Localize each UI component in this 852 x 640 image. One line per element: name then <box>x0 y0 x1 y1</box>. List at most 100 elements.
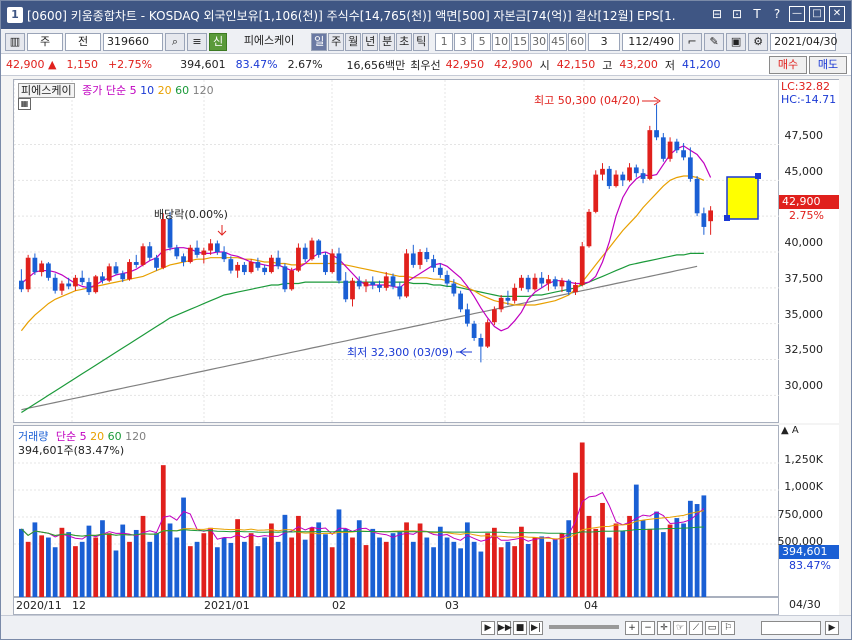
text-icon[interactable]: ⚐ <box>721 621 735 635</box>
zoom-out-icon[interactable]: − <box>641 621 655 635</box>
window-button[interactable]: ? <box>769 6 785 22</box>
volume-bar <box>309 527 315 598</box>
stop-icon[interactable]: ■ <box>513 621 527 635</box>
zoom-slider[interactable] <box>549 625 619 629</box>
window-button[interactable]: — <box>789 6 805 22</box>
volume-bar <box>485 533 491 598</box>
legend-ma-120: 120 <box>189 84 214 97</box>
sell-button[interactable]: 매도 <box>809 56 847 74</box>
candle-body <box>316 240 322 255</box>
buy-button[interactable]: 매수 <box>769 56 807 74</box>
count-display: 112/490 <box>622 32 681 51</box>
candle-body <box>492 309 497 323</box>
xtick: 12 <box>72 599 86 612</box>
period-select[interactable]: 주 <box>27 32 63 51</box>
candle-body <box>309 240 315 260</box>
volume-bar <box>681 523 686 598</box>
volume-bar <box>174 537 180 598</box>
candle-body <box>194 247 200 255</box>
candle-body <box>498 297 504 310</box>
candle-body <box>336 253 342 281</box>
volume-chart[interactable]: 거래량 단순 5 20 60 120 394,601주(83.47%) <box>13 425 780 598</box>
vtick: 1,000K <box>784 480 823 493</box>
timeframe-틱[interactable]: 틱 <box>413 32 430 51</box>
search-icon[interactable]: ⌕ <box>165 32 185 51</box>
volume-bar <box>370 528 376 598</box>
volume-bar <box>262 537 268 598</box>
candle-body <box>181 256 186 263</box>
layout-icon[interactable]: ▥ <box>5 32 25 51</box>
minute-5[interactable]: 5 <box>473 32 492 51</box>
volume-rate: 83.47% <box>235 58 278 71</box>
count-select[interactable]: 3 <box>588 32 621 51</box>
minute-10[interactable]: 10 <box>492 32 511 51</box>
window-button[interactable]: ⊡ <box>729 6 745 22</box>
volume-bar <box>694 504 700 598</box>
candle-body <box>32 257 38 273</box>
timeframe-일[interactable]: 일 <box>311 32 328 51</box>
candle-body <box>262 267 268 273</box>
gear-icon[interactable]: ⚙ <box>748 32 769 51</box>
fast-forward-icon[interactable]: ▶▶ <box>497 621 512 635</box>
current-price-label: 42,900 <box>779 195 839 209</box>
play-icon[interactable]: ▶ <box>481 621 495 635</box>
timeframe-월[interactable]: 월 <box>345 32 362 51</box>
timeframe-주[interactable]: 주 <box>328 32 345 51</box>
maximize-icon[interactable]: ▲ A <box>781 425 799 436</box>
stock-code-input[interactable]: 319660 <box>103 32 163 51</box>
vtick: 1,250K <box>784 453 823 466</box>
zoom-in-icon[interactable]: + <box>625 621 639 635</box>
scroll-right-icon[interactable]: ▶ <box>825 621 839 635</box>
high-label: 고 <box>602 58 613 72</box>
volume-bar <box>194 541 200 598</box>
window-button[interactable]: T <box>749 6 765 22</box>
candle-body <box>532 277 538 290</box>
watchlist-icon[interactable]: ≡ <box>187 32 207 51</box>
next-icon[interactable]: ▶| <box>529 621 543 635</box>
candle-body <box>120 273 126 280</box>
candle-body <box>647 130 653 179</box>
candle-body <box>133 262 139 265</box>
volume-bar <box>451 541 457 598</box>
grid-icon[interactable]: ▦ <box>18 98 31 110</box>
scroll-track[interactable] <box>761 621 821 635</box>
save-icon[interactable]: ▣ <box>726 32 747 51</box>
minute-45[interactable]: 45 <box>549 32 568 51</box>
timeframe-년[interactable]: 년 <box>362 32 379 51</box>
volume-bar <box>660 532 666 598</box>
volume-chart-svg <box>14 442 780 598</box>
candle-body <box>458 293 463 310</box>
high-price: 43,200 <box>619 58 658 71</box>
minute-30[interactable]: 30 <box>530 32 549 51</box>
rect-icon[interactable]: ▭ <box>705 621 719 635</box>
draw-icon[interactable]: ✎ <box>704 32 725 51</box>
date-input[interactable]: 2021/04/30 <box>770 32 838 51</box>
price-chart[interactable]: 피에스케이 종가 단순 5 10 20 60 120 ▦ 최고 50,300 (… <box>13 79 780 424</box>
minute-3[interactable]: 3 <box>454 32 473 51</box>
volume-bar <box>187 546 193 598</box>
line-icon[interactable]: ⟋ <box>689 621 703 635</box>
minute-60[interactable]: 60 <box>568 32 587 51</box>
timeframe-분[interactable]: 분 <box>379 32 396 51</box>
minute-15[interactable]: 15 <box>511 32 530 51</box>
timeframe-group: 일주월년분초틱 <box>311 32 430 51</box>
volume-value: 394,601 <box>180 58 226 71</box>
compare-select[interactable]: 전 <box>65 32 101 51</box>
timeframe-초[interactable]: 초 <box>396 32 413 51</box>
candle-body <box>255 262 261 268</box>
window-button[interactable]: ⊟ <box>709 6 725 22</box>
xtick: 03 <box>445 599 459 612</box>
minute-1[interactable]: 1 <box>435 32 454 51</box>
window-button[interactable]: ✕ <box>829 6 845 22</box>
legend-ma-10: 10 <box>136 84 155 97</box>
ruler-icon[interactable]: ⌐ <box>682 32 703 51</box>
hand-icon[interactable]: ☞ <box>673 621 687 635</box>
open-label: 시 <box>539 58 550 72</box>
window-button[interactable]: □ <box>809 6 825 22</box>
volume-bar <box>417 523 423 598</box>
candle-body <box>201 250 207 255</box>
candle-body <box>397 286 403 297</box>
candle-body <box>417 252 423 265</box>
crosshair-icon[interactable]: ✛ <box>657 621 671 635</box>
vtick: 750,000 <box>777 508 824 521</box>
